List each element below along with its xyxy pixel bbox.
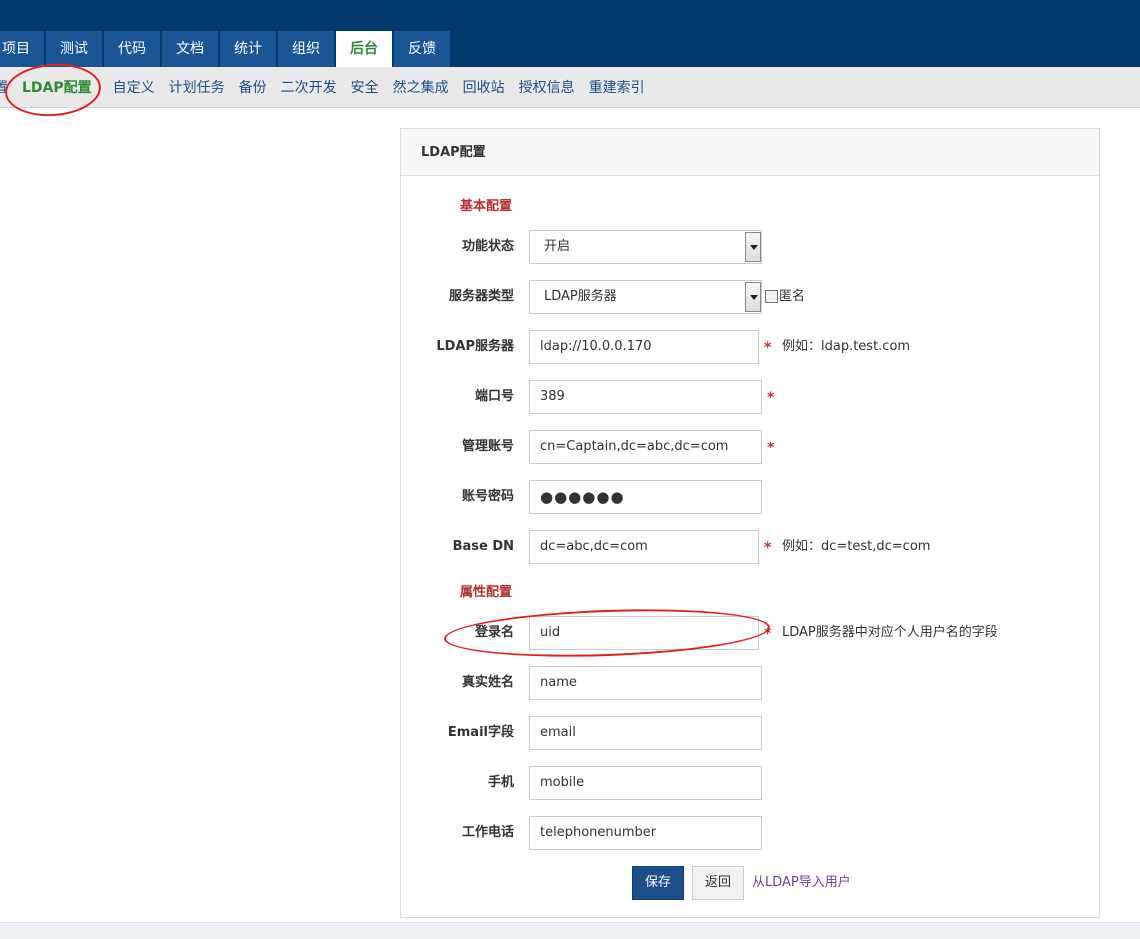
footer-bar [0, 922, 1140, 939]
row-server-type: 服务器类型 LDAP服务器 匿名 [401, 280, 1101, 314]
login-name-label: 登录名 [474, 625, 514, 640]
tab-org[interactable]: 组织 [278, 31, 334, 67]
main-nav: 项目 测试 代码 文档 统计 组织 后台 反馈 [0, 31, 452, 67]
row-real-name: 真实姓名 name [401, 666, 1101, 700]
row-base-dn: Base DN dc=abc,dc=com * 例如：dc=test,dc=co… [401, 530, 1101, 564]
chevron-down-icon[interactable] [745, 282, 761, 312]
chevron-down-icon[interactable] [745, 232, 761, 262]
row-mobile: 手机 mobile [401, 766, 1101, 800]
sub-nav-item-ldap[interactable]: LDAP配置 [8, 77, 106, 97]
tab-admin[interactable]: 后台 [336, 31, 392, 67]
section-attr-config: 属性配置 [460, 585, 513, 600]
row-ldap-server: LDAP服务器 ldap://10.0.0.170 * 例如：ldap.test… [401, 330, 1101, 364]
status-select-value: 开启 [544, 239, 571, 254]
email-field-label: Email字段 [447, 725, 514, 740]
tab-stats[interactable]: 统计 [220, 31, 276, 67]
sub-nav-item-ranzhi[interactable]: 然之集成 [386, 77, 456, 97]
ldap-config-panel: LDAP配置 基本配置 功能状态 开启 服务器类型 LDAP服务器 匿名 LDA… [400, 128, 1100, 918]
required-star: * [764, 626, 772, 642]
tab-feedback[interactable]: 反馈 [394, 31, 450, 67]
email-field-input[interactable]: email [529, 716, 762, 750]
base-dn-label: Base DN [452, 539, 514, 554]
sub-nav-item-license[interactable]: 授权信息 [512, 77, 582, 97]
server-type-select-value: LDAP服务器 [544, 289, 617, 304]
tab-code[interactable]: 代码 [104, 31, 160, 67]
ldap-server-hint: 例如：ldap.test.com [782, 339, 911, 354]
sub-nav: 置 LDAP配置 自定义 计划任务 备份 二次开发 安全 然之集成 回收站 授权… [0, 67, 1140, 108]
required-star: * [764, 340, 772, 356]
base-dn-hint: 例如：dc=test,dc=com [782, 539, 931, 554]
account-password-input[interactable]: ●●●●●● [529, 480, 762, 514]
anonymous-checkbox[interactable] [765, 290, 778, 303]
section-basic-config: 基本配置 [460, 199, 513, 214]
import-users-link[interactable]: 从LDAP导入用户 [752, 866, 851, 900]
ldap-server-input[interactable]: ldap://10.0.0.170 [529, 330, 759, 364]
panel-title: LDAP配置 [401, 129, 1099, 176]
admin-account-label: 管理账号 [461, 439, 514, 454]
required-star: * [764, 540, 772, 556]
sub-nav-item-cut[interactable]: 置 [0, 77, 8, 97]
required-star: * [767, 390, 775, 406]
sub-nav-item-custom[interactable]: 自定义 [106, 77, 162, 97]
server-type-label: 服务器类型 [448, 289, 514, 304]
row-login-name: 登录名 uid * LDAP服务器中对应个人用户名的字段 [401, 616, 1101, 650]
login-name-hint: LDAP服务器中对应个人用户名的字段 [782, 625, 998, 640]
sub-nav-item-security[interactable]: 安全 [344, 77, 386, 97]
sub-nav-item-dev[interactable]: 二次开发 [274, 77, 344, 97]
status-label: 功能状态 [461, 239, 514, 254]
required-star: * [767, 440, 775, 456]
ldap-server-label: LDAP服务器 [436, 339, 514, 354]
sub-nav-item-reindex[interactable]: 重建索引 [582, 77, 652, 97]
row-work-phone: 工作电话 telephonenumber [401, 816, 1101, 850]
row-email-field: Email字段 email [401, 716, 1101, 750]
row-account-password: 账号密码 ●●●●●● [401, 480, 1101, 514]
login-name-input[interactable]: uid [529, 616, 759, 650]
save-button[interactable]: 保存 [632, 866, 684, 900]
server-type-select[interactable]: LDAP服务器 [529, 280, 762, 314]
admin-account-input[interactable]: cn=Captain,dc=abc,dc=com [529, 430, 762, 464]
real-name-label: 真实姓名 [461, 675, 514, 690]
mobile-label: 手机 [487, 775, 514, 790]
sub-nav-item-cron[interactable]: 计划任务 [162, 77, 232, 97]
back-button[interactable]: 返回 [692, 866, 744, 900]
tab-doc[interactable]: 文档 [162, 31, 218, 67]
base-dn-input[interactable]: dc=abc,dc=com [529, 530, 759, 564]
row-admin-account: 管理账号 cn=Captain,dc=abc,dc=com * [401, 430, 1101, 464]
tab-test[interactable]: 测试 [46, 31, 102, 67]
mobile-input[interactable]: mobile [529, 766, 762, 800]
real-name-input[interactable]: name [529, 666, 762, 700]
sub-nav-item-trash[interactable]: 回收站 [456, 77, 512, 97]
work-phone-input[interactable]: telephonenumber [529, 816, 762, 850]
account-password-label: 账号密码 [461, 489, 514, 504]
port-input[interactable]: 389 [529, 380, 762, 414]
port-label: 端口号 [474, 389, 514, 404]
anonymous-label: 匿名 [779, 289, 806, 304]
tab-project[interactable]: 项目 [0, 31, 44, 67]
status-select[interactable]: 开启 [529, 230, 762, 264]
row-status: 功能状态 开启 [401, 230, 1101, 264]
row-port: 端口号 389 * [401, 380, 1101, 414]
work-phone-label: 工作电话 [461, 825, 514, 840]
sub-nav-item-backup[interactable]: 备份 [232, 77, 274, 97]
